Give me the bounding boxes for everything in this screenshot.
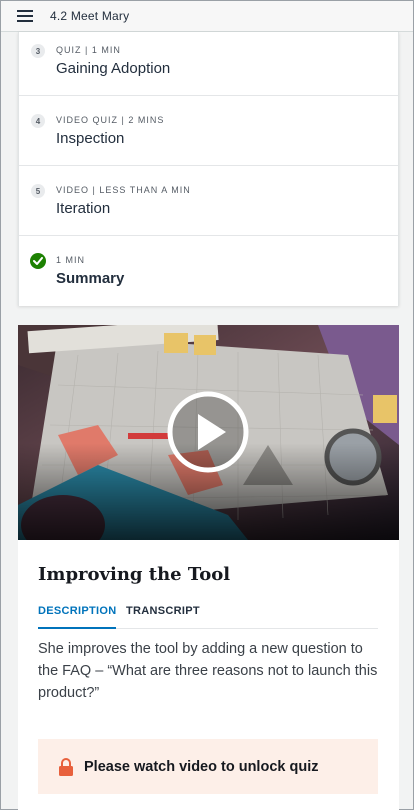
- lesson-title: Summary: [56, 270, 125, 287]
- lesson-number: 4: [31, 114, 45, 128]
- lesson-title: Iteration: [56, 200, 111, 217]
- lesson-list: 3 QUIZ | 1 MIN Gaining Adoption 4 VIDEO …: [18, 32, 399, 306]
- lesson-meta: VIDEO QUIZ | 2 MINS: [56, 115, 165, 125]
- tab-transcript[interactable]: TRANSCRIPT: [126, 605, 200, 629]
- lesson-item[interactable]: 3 QUIZ | 1 MIN Gaining Adoption: [19, 32, 398, 96]
- tab-description[interactable]: DESCRIPTION: [38, 605, 117, 629]
- tab-bar: DESCRIPTION TRANSCRIPT: [38, 605, 378, 629]
- lesson-number: 5: [31, 184, 45, 198]
- lesson-item[interactable]: 5 VIDEO | LESS THAN A MIN Iteration: [19, 166, 398, 236]
- lesson-title: Inspection: [56, 130, 125, 147]
- lesson-meta: QUIZ | 1 MIN: [56, 45, 121, 55]
- video-details: Improving the Tool DESCRIPTION TRANSCRIP…: [18, 540, 399, 810]
- lesson-item-current[interactable]: 1 MIN Summary: [19, 236, 398, 306]
- video-title: Improving the Tool: [38, 564, 231, 585]
- quiz-lock-label: Please watch video to unlock quiz: [84, 758, 319, 775]
- lesson-title: Gaining Adoption: [56, 60, 171, 77]
- top-bar: 4.2 Meet Mary: [1, 1, 413, 32]
- lesson-number: 3: [31, 44, 45, 58]
- video-player[interactable]: [18, 325, 399, 540]
- lesson-meta: 1 MIN: [56, 255, 86, 265]
- quiz-lock-banner: Please watch video to unlock quiz: [38, 739, 378, 794]
- page-title: 4.2 Meet Mary: [50, 9, 130, 23]
- hamburger-icon[interactable]: [17, 10, 33, 22]
- check-icon: [30, 253, 46, 269]
- play-icon[interactable]: [167, 391, 249, 473]
- video-thumbnail: [18, 325, 399, 540]
- lesson-item[interactable]: 4 VIDEO QUIZ | 2 MINS Inspection: [19, 96, 398, 166]
- lock-icon: [58, 757, 74, 777]
- video-description: She improves the tool by adding a new qu…: [38, 641, 378, 701]
- lesson-meta: VIDEO | LESS THAN A MIN: [56, 185, 191, 195]
